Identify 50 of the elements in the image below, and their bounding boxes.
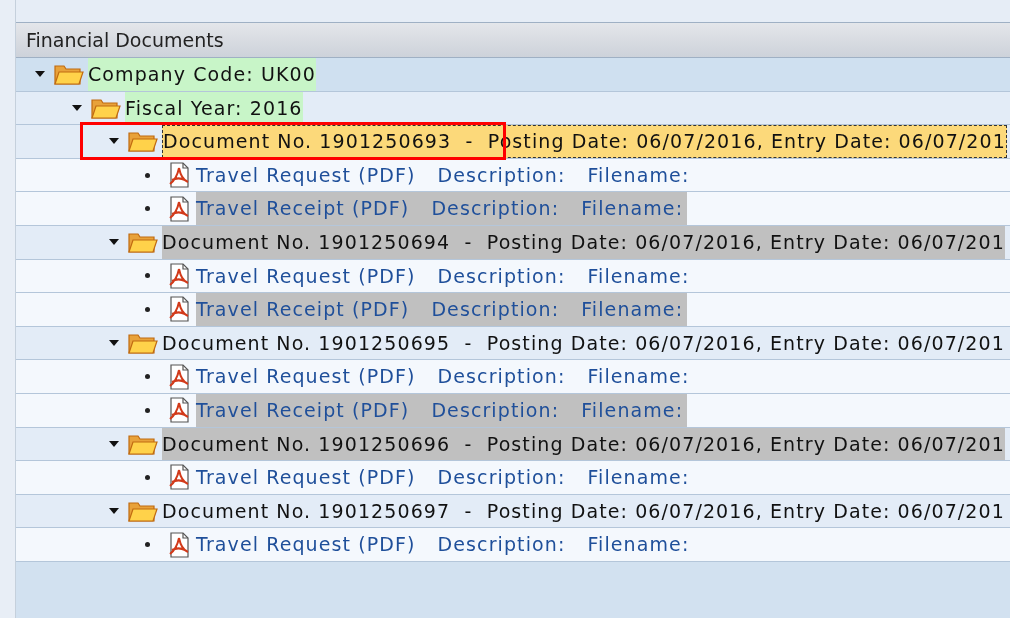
expanded-arrow-icon[interactable] (108, 439, 120, 448)
expanded-arrow-icon[interactable] (108, 507, 120, 515)
folder-icon (128, 130, 158, 153)
file-link[interactable]: Travel Request (PDF) (196, 261, 416, 291)
bullet-icon (145, 172, 150, 178)
bullet-icon (145, 273, 150, 279)
bullet-icon (145, 407, 150, 413)
file-link[interactable]: Travel Receipt (PDF) (196, 396, 410, 425)
tree-node-label[interactable]: Document No. 1901250696 - Posting Date: 06/07/2016, Entry Date: 06/07/201 (162, 427, 1005, 461)
file-link[interactable]: Travel Request (PDF) (196, 362, 416, 391)
expanded-arrow-icon[interactable] (108, 339, 120, 348)
folder-icon (128, 500, 158, 522)
description-label: Description: (431, 196, 560, 222)
bullet-icon (145, 374, 150, 380)
file-link[interactable]: Travel Request (PDF) (196, 530, 416, 559)
filename-label: Filename: (581, 398, 684, 423)
description-label: Description: (437, 364, 566, 390)
folder-icon (91, 96, 121, 119)
bullet-icon (145, 474, 150, 480)
file-link[interactable]: Travel Receipt (PDF) (196, 295, 410, 324)
filename-label: Filename: (587, 364, 690, 390)
description-label: Description: (437, 532, 566, 558)
folder-icon (128, 332, 158, 355)
filename-label: Filename: (587, 465, 690, 491)
bullet-icon (145, 206, 150, 212)
description-label: Description: (431, 297, 560, 323)
description-label: Description: (437, 263, 566, 289)
file-link[interactable]: Travel Request (PDF) (196, 160, 416, 190)
description-label: Description: (437, 162, 566, 188)
filename-label: Filename: (581, 196, 684, 222)
panel-header: Financial Documents (16, 22, 1010, 58)
filename-label: Filename: (587, 532, 690, 558)
description-label: Description: (437, 465, 566, 491)
expanded-arrow-icon[interactable] (108, 238, 120, 247)
tree-node-label[interactable]: Document No. 1901250694 - Posting Date: 06/07/2016, Entry Date: 06/07/201 (162, 225, 1005, 259)
file-link[interactable]: Travel Request (PDF) (196, 463, 416, 492)
filename-label: Filename: (587, 263, 690, 289)
bullet-icon (145, 306, 150, 312)
expanded-arrow-icon[interactable] (71, 103, 83, 112)
expanded-arrow-icon[interactable] (34, 70, 46, 79)
folder-icon (54, 63, 84, 86)
folder-icon (128, 231, 158, 254)
expanded-arrow-icon[interactable] (108, 137, 120, 146)
filename-label: Filename: (587, 162, 690, 188)
bullet-icon (145, 542, 150, 548)
folder-icon (128, 432, 158, 455)
tree-node-label[interactable]: Company Code: UK00 (88, 58, 316, 91)
file-link[interactable]: Travel Receipt (PDF) (196, 194, 410, 223)
filename-label: Filename: (581, 297, 684, 323)
description-label: Description: (431, 398, 560, 423)
